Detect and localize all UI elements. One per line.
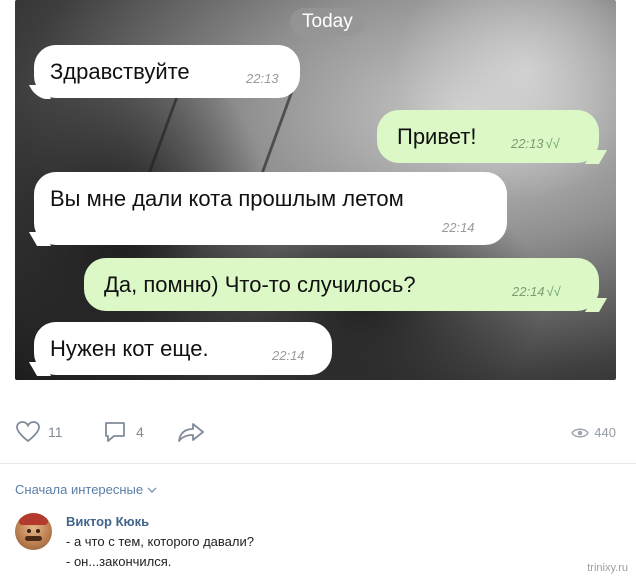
comment-button[interactable]: 4 — [103, 420, 144, 444]
message-time: 22:13 — [246, 71, 279, 86]
sort-label: Сначала интересные — [15, 482, 144, 497]
message-time: 22:14 — [272, 348, 305, 363]
comment-author-link[interactable]: Виктор Кюкь — [66, 514, 149, 529]
eye-icon — [571, 428, 590, 437]
comment-icon — [105, 422, 125, 442]
message-time-value: 22:14 — [512, 284, 545, 299]
read-receipt-icon: √√ — [546, 284, 561, 299]
watermark: trinixy.ru — [587, 562, 628, 574]
background-highlight — [395, 0, 616, 200]
message-text: Привет! — [397, 124, 477, 149]
avatar-mustache — [25, 536, 42, 541]
comment-text-line: - а что с тем, которого давали? — [66, 534, 254, 549]
avatar-eye — [36, 529, 40, 533]
comment-text-line: - он...закончился. — [66, 554, 172, 569]
message-text: Нужен кот еще. — [50, 336, 209, 361]
likes-count: 11 — [48, 424, 63, 440]
share-button[interactable] — [176, 420, 206, 444]
views-count: 440 — [594, 425, 616, 440]
message-bubble-incoming: Здравствуйте 22:13 — [34, 45, 300, 98]
message-text: Вы мне дали кота прошлым летом — [50, 186, 404, 211]
comments-sort-dropdown[interactable]: Сначала интересные — [15, 482, 157, 497]
message-time-value: 22:13 — [511, 136, 544, 151]
message-time: 22:13 √√ — [511, 136, 560, 151]
share-icon — [178, 423, 204, 442]
views-counter: 440 — [571, 425, 616, 440]
message-bubble-outgoing: Да, помню) Что-то случилось? 22:14 √√ — [84, 258, 599, 311]
message-text: Здравствуйте — [50, 59, 190, 84]
avatar[interactable] — [15, 513, 52, 550]
chevron-down-icon — [147, 487, 157, 493]
message-time: 22:14 — [442, 220, 475, 235]
message-text: Да, помню) Что-то случилось? — [104, 272, 416, 297]
avatar-eye — [27, 529, 31, 533]
heart-icon — [16, 421, 40, 443]
avatar-hat — [19, 513, 48, 525]
message-time: 22:14 √√ — [512, 284, 561, 299]
comments-count: 4 — [136, 424, 144, 440]
date-chip: Today — [290, 8, 365, 36]
like-button[interactable]: 11 — [15, 420, 63, 444]
message-bubble-incoming: Нужен кот еще. 22:14 — [34, 322, 332, 375]
message-bubble-outgoing: Привет! 22:13 √√ — [377, 110, 599, 163]
divider — [0, 463, 636, 464]
message-bubble-incoming: Вы мне дали кота прошлым летом 22:14 — [34, 172, 507, 245]
read-receipt-icon: √√ — [545, 136, 560, 151]
chat-screenshot: Today Здравствуйте 22:13 Привет! 22:13 √√… — [15, 0, 616, 380]
comment-item: Виктор Кюкь - а что с тем, которого дава… — [15, 510, 616, 576]
post-actions-bar: 11 4 440 — [15, 418, 616, 448]
